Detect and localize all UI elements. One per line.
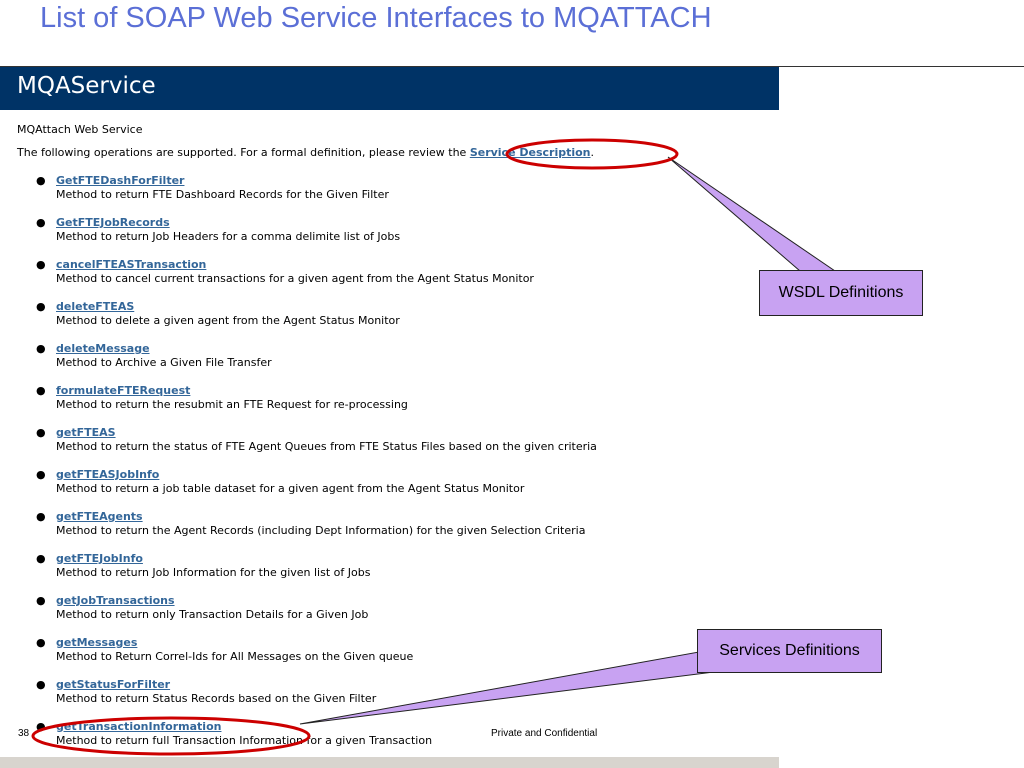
operation-description: Method to Return Correl-Ids for All Mess… xyxy=(56,650,414,663)
operation-link[interactable]: getTransactionInformation xyxy=(56,720,221,733)
operation-description: Method to return full Transaction Inform… xyxy=(56,734,433,747)
bullet-icon: ● xyxy=(36,594,46,607)
intro-period: . xyxy=(590,146,595,159)
operation-description: Method to return a job table dataset for… xyxy=(56,482,525,495)
bullet-icon: ● xyxy=(36,258,46,271)
bullet-icon: ● xyxy=(36,300,46,313)
service-header: MQAService xyxy=(0,67,779,110)
bullet-icon: ● xyxy=(36,636,46,649)
intro-paragraph: The following operations are supported. … xyxy=(17,146,594,159)
slide-title: List of SOAP Web Service Interfaces to M… xyxy=(40,2,712,34)
status-bar xyxy=(0,757,779,768)
operation-link[interactable]: getFTEAS xyxy=(56,426,116,439)
bullet-icon: ● xyxy=(36,552,46,565)
intro-text: The following operations are supported. … xyxy=(17,146,470,159)
bullet-icon: ● xyxy=(36,510,46,523)
operation-link[interactable]: GetFTEDashForFilter xyxy=(56,174,184,187)
bullet-icon: ● xyxy=(36,174,46,187)
confidential-footer: Private and Confidential xyxy=(491,728,598,739)
operation-description: Method to return Job Information for the… xyxy=(56,566,371,579)
operation-link[interactable]: deleteFTEAS xyxy=(56,300,134,313)
operation-description: Method to cancel current transactions fo… xyxy=(56,272,534,285)
operation-link[interactable]: getFTEASJobInfo xyxy=(56,468,159,481)
operation-description: Method to return the Agent Records (incl… xyxy=(56,524,586,537)
operation-link[interactable]: deleteMessage xyxy=(56,342,150,355)
bullet-icon: ● xyxy=(36,342,46,355)
slide-number: 38 xyxy=(18,728,30,739)
operation-link[interactable]: cancelFTEASTransaction xyxy=(56,258,206,271)
operation-link[interactable]: formulateFTERequest xyxy=(56,384,190,397)
operation-link[interactable]: GetFTEJobRecords xyxy=(56,216,170,229)
bullet-icon: ● xyxy=(36,384,46,397)
bullet-icon: ● xyxy=(36,468,46,481)
operation-link[interactable]: getStatusForFilter xyxy=(56,678,170,691)
operation-description: Method to return Job Headers for a comma… xyxy=(56,230,401,243)
services-definitions-callout: Services Definitions xyxy=(697,629,882,673)
operation-description: Method to return Status Records based on… xyxy=(56,692,377,705)
operation-link[interactable]: getFTEAgents xyxy=(56,510,143,523)
operation-description: Method to return only Transaction Detail… xyxy=(56,608,369,621)
operation-description: Method to delete a given agent from the … xyxy=(56,314,400,327)
operation-description: Method to return the resubmit an FTE Req… xyxy=(56,398,408,411)
operation-link[interactable]: getFTEJobInfo xyxy=(56,552,143,565)
operation-description: Method to return FTE Dashboard Records f… xyxy=(56,188,389,201)
bullet-icon: ● xyxy=(36,426,46,439)
service-name: MQAService xyxy=(17,73,156,99)
bullet-icon: ● xyxy=(36,216,46,229)
bullet-icon: ● xyxy=(36,720,46,733)
bullet-icon: ● xyxy=(36,678,46,691)
operation-link[interactable]: getJobTransactions xyxy=(56,594,175,607)
service-subtitle: MQAttach Web Service xyxy=(17,123,143,136)
operation-description: Method to Archive a Given File Transfer xyxy=(56,356,272,369)
wsdl-definitions-callout: WSDL Definitions xyxy=(759,270,923,316)
operation-link[interactable]: getMessages xyxy=(56,636,137,649)
wsdl-callout-pointer xyxy=(667,156,837,272)
operation-description: Method to return the status of FTE Agent… xyxy=(56,440,597,453)
service-description-link[interactable]: Service Description xyxy=(470,146,591,159)
